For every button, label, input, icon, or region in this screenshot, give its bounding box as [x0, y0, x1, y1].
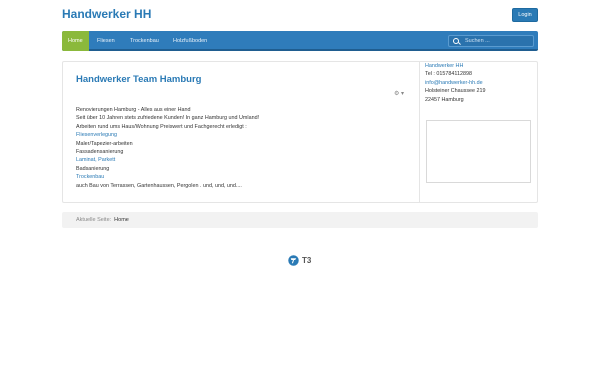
nav-item-fliesen[interactable]: Fliesen: [91, 31, 121, 51]
login-button[interactable]: Login: [512, 8, 538, 22]
link-fliesenverlegung[interactable]: Fliesenverlegung: [76, 131, 416, 139]
site-header: Handwerker HH Login: [62, 0, 538, 30]
sidebar-street: Holsteiner Chaussee 219: [425, 88, 486, 95]
main-navbar: Home Fliesen Trockenbau Holzfußboden Suc…: [62, 31, 538, 51]
content-line: Fassadensanierung: [76, 149, 124, 156]
contact-sidebar: Handwerker HH Tel : 015784112898 info@ha…: [425, 62, 486, 104]
footer-logo[interactable]: T3: [288, 255, 311, 266]
sidebar-city: 22457 Hamburg: [425, 96, 464, 103]
search-icon: [453, 38, 459, 44]
breadcrumb-home[interactable]: Home: [114, 217, 129, 223]
search-input[interactable]: Suchen ...: [448, 35, 534, 47]
nav-item-trockenbau[interactable]: Trockenbau: [124, 31, 165, 51]
content-line: Arbeiten rund ums Haus/Wohnung Preiswert…: [76, 123, 247, 130]
footer-logo-text: T3: [302, 256, 312, 265]
breadcrumb: Aktuelle Seite: Home: [62, 212, 538, 228]
gear-icon[interactable]: ⚙ ▾: [394, 90, 404, 97]
sidebar-map-box: [426, 120, 531, 183]
main-content-panel: Handwerker Team Hamburg ⚙ ▾ Renovierunge…: [62, 61, 538, 203]
column-divider: [419, 62, 420, 202]
page-title: Handwerker Team Hamburg: [76, 74, 202, 85]
sidebar-email-link[interactable]: info@handwerker-hh.de: [425, 79, 486, 87]
content-text: Renovierungen Hamburg - Alles aus einer …: [76, 106, 416, 190]
content-line: Seit über 10 Jahren stets zufriedene Kun…: [76, 115, 260, 122]
nav-item-home[interactable]: Home: [62, 31, 89, 51]
content-line: Maler/Tapezier-arbeiten: [76, 140, 133, 147]
link-laminat-parkett[interactable]: Laminat, Parkett: [76, 156, 416, 164]
nav-item-holzfussboden[interactable]: Holzfußboden: [167, 31, 213, 51]
site-brand[interactable]: Handwerker HH: [62, 7, 151, 21]
content-line: auch Bau von Terrassen, Gartenhaussen, P…: [76, 182, 242, 189]
breadcrumb-label: Aktuelle Seite:: [76, 217, 112, 223]
typo3-logo-icon: [288, 255, 299, 266]
sidebar-company-link[interactable]: Handwerker HH: [425, 62, 486, 70]
link-trockenbau[interactable]: Trockenbau: [76, 173, 416, 181]
sidebar-phone: Tel : 015784112898: [425, 71, 472, 78]
search-placeholder: Suchen ...: [465, 38, 490, 44]
content-line: Renovierungen Hamburg - Alles aus einer …: [76, 107, 191, 113]
content-line: Badsanierung: [76, 165, 110, 172]
